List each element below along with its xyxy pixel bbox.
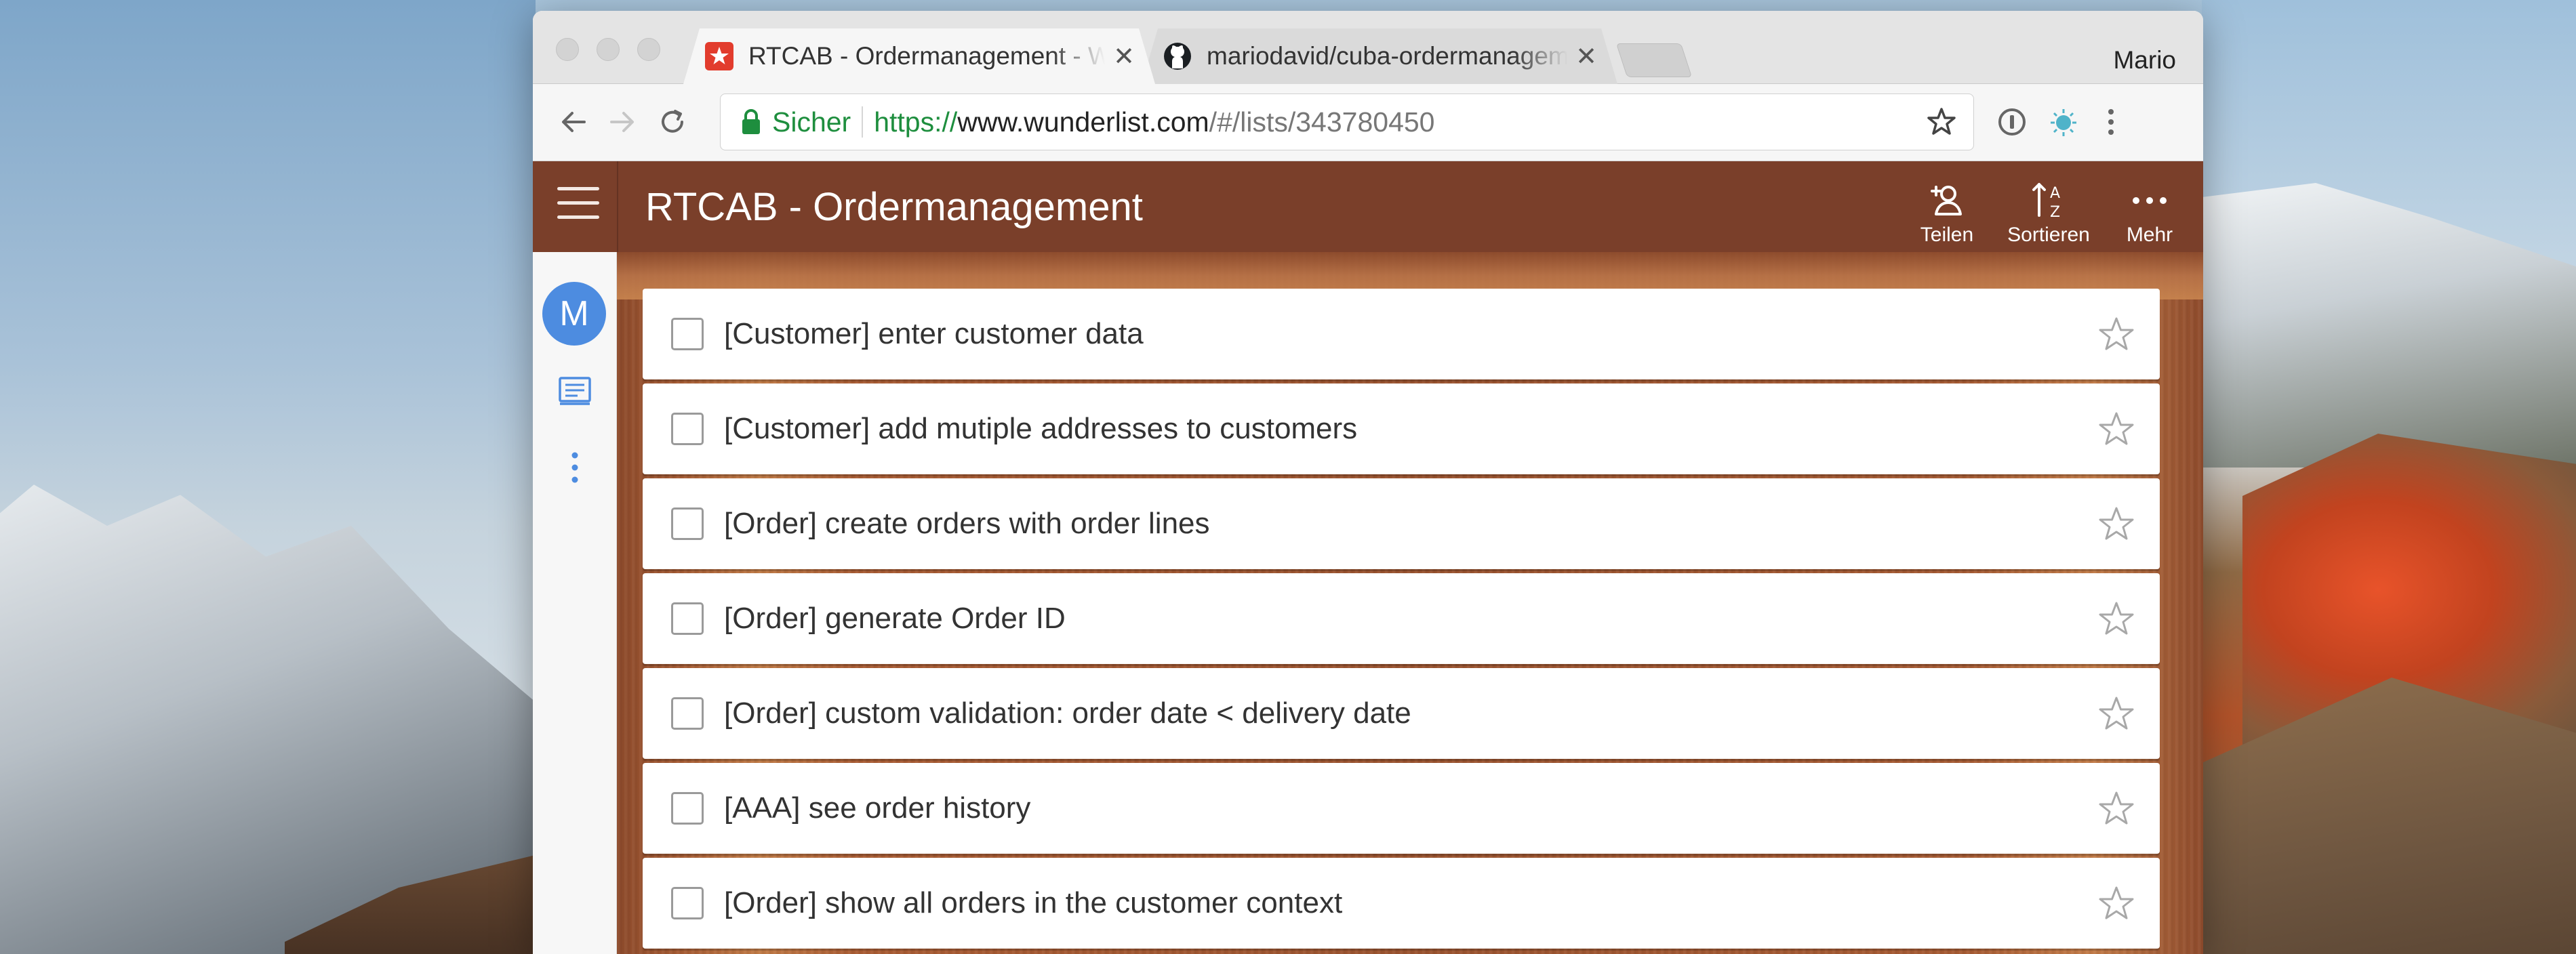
divider xyxy=(862,106,864,138)
task-checkbox[interactable] xyxy=(671,507,704,540)
url-scheme: https:// xyxy=(874,106,958,138)
task-item[interactable]: [Order] create orders with order lines xyxy=(643,478,2160,569)
sort-label: Sortieren xyxy=(2007,224,2090,246)
task-title[interactable]: [Customer] add mutiple addresses to cust… xyxy=(724,412,1357,446)
bookmark-star-icon[interactable] xyxy=(1926,106,1957,144)
task-title[interactable]: [AAA] see order history xyxy=(724,791,1030,825)
browser-window: RTCAB - Ordermanagement - Wunderlist ✕ m… xyxy=(533,11,2203,954)
task-title[interactable]: [Customer] enter customer data xyxy=(724,317,1144,351)
lock-icon xyxy=(741,108,761,136)
back-arrow-icon[interactable] xyxy=(553,102,594,142)
task-title[interactable]: [Order] show all orders in the customer … xyxy=(724,886,1342,920)
star-icon[interactable] xyxy=(2096,694,2137,734)
star-icon[interactable] xyxy=(2096,314,2137,355)
star-icon[interactable] xyxy=(2096,409,2137,450)
task-item[interactable]: [Customer] add mutiple addresses to cust… xyxy=(643,383,2160,474)
task-title[interactable]: [Order] custom validation: order date < … xyxy=(724,697,1411,730)
star-icon[interactable] xyxy=(2096,789,2137,829)
list-header: RTCAB - Ordermanagement Teilen AZ Sortie… xyxy=(533,161,2203,252)
svg-text:Z: Z xyxy=(2050,204,2060,221)
svg-text:A: A xyxy=(2050,185,2060,202)
task-checkbox[interactable] xyxy=(671,602,704,635)
github-octocat-icon xyxy=(1162,41,1193,72)
share-button[interactable]: Teilen xyxy=(1906,172,1988,247)
bug-extension-icon[interactable] xyxy=(2043,102,2084,142)
url-path: /#/lists/343780450 xyxy=(1209,106,1435,138)
more-label: Mehr xyxy=(2126,224,2173,246)
mountain-shape xyxy=(2202,183,2576,468)
share-label: Teilen xyxy=(1920,224,1974,246)
divider xyxy=(617,161,618,252)
address-bar[interactable]: Sicher https://www.wunderlist.com/#/list… xyxy=(720,94,1974,150)
window-close-button[interactable] xyxy=(556,38,579,61)
task-checkbox[interactable] xyxy=(671,887,704,919)
forward-arrow-icon[interactable] xyxy=(602,102,643,142)
window-minimize-button[interactable] xyxy=(597,38,620,61)
task-checkbox[interactable] xyxy=(671,792,704,825)
window-maximize-button[interactable] xyxy=(637,38,660,61)
task-checkbox[interactable] xyxy=(671,697,704,730)
close-icon[interactable]: ✕ xyxy=(1575,41,1597,72)
more-button[interactable]: Mehr xyxy=(2112,172,2187,247)
url-host: www.wunderlist.com xyxy=(957,106,1209,138)
task-title[interactable]: [Order] create orders with order lines xyxy=(724,507,1210,541)
password-manager-icon[interactable] xyxy=(1992,102,2032,142)
avatar[interactable]: M xyxy=(542,282,606,346)
inbox-icon[interactable] xyxy=(555,371,595,412)
sidebar: M xyxy=(533,252,617,954)
task-item[interactable]: [Order] show all orders in the customer … xyxy=(643,858,2160,949)
sort-button[interactable]: AZ Sortieren xyxy=(1994,172,2103,247)
tab-github[interactable]: mariodavid/cuba-ordermanagement ✕ xyxy=(1142,28,1617,84)
star-icon[interactable] xyxy=(2096,504,2137,545)
star-icon[interactable] xyxy=(2096,884,2137,924)
close-icon[interactable]: ✕ xyxy=(1113,41,1135,72)
tab-strip: RTCAB - Ordermanagement - Wunderlist ✕ m… xyxy=(533,11,2203,84)
share-user-icon xyxy=(1928,180,1966,221)
browser-toolbar: Sicher https://www.wunderlist.com/#/list… xyxy=(533,84,2203,161)
reload-icon[interactable] xyxy=(652,102,693,142)
desktop-wallpaper-right xyxy=(2202,0,2576,954)
sort-az-icon: AZ xyxy=(2030,180,2068,221)
page-title: RTCAB - Ordermanagement xyxy=(645,185,1143,229)
browser-menu-icon[interactable] xyxy=(2091,102,2131,142)
task-item[interactable]: [Order] generate Order ID xyxy=(643,573,2160,664)
secure-label: Sicher xyxy=(772,106,851,138)
tab-title: RTCAB - Ordermanagement - Wunderlist xyxy=(748,42,1106,70)
hamburger-menu-icon[interactable] xyxy=(557,187,599,228)
star-icon[interactable] xyxy=(2096,599,2137,640)
task-item[interactable]: [Order] custom validation: order date < … xyxy=(643,668,2160,759)
task-item[interactable]: [Customer] enter customer data xyxy=(643,289,2160,379)
task-title[interactable]: [Order] generate Order ID xyxy=(724,602,1066,636)
task-checkbox[interactable] xyxy=(671,318,704,350)
task-checkbox[interactable] xyxy=(671,413,704,445)
more-vertical-icon[interactable] xyxy=(555,447,595,488)
task-item[interactable]: [AAA] see order history xyxy=(643,763,2160,854)
tab-wunderlist[interactable]: RTCAB - Ordermanagement - Wunderlist ✕ xyxy=(683,28,1155,84)
more-dots-icon xyxy=(2131,180,2169,221)
wunderlist-star-icon xyxy=(704,41,735,72)
new-tab-button[interactable] xyxy=(1615,43,1693,77)
tab-title: mariodavid/cuba-ordermanagement xyxy=(1207,42,1568,70)
profile-name[interactable]: Mario xyxy=(2113,46,2176,75)
desktop-wallpaper-left xyxy=(0,0,536,954)
